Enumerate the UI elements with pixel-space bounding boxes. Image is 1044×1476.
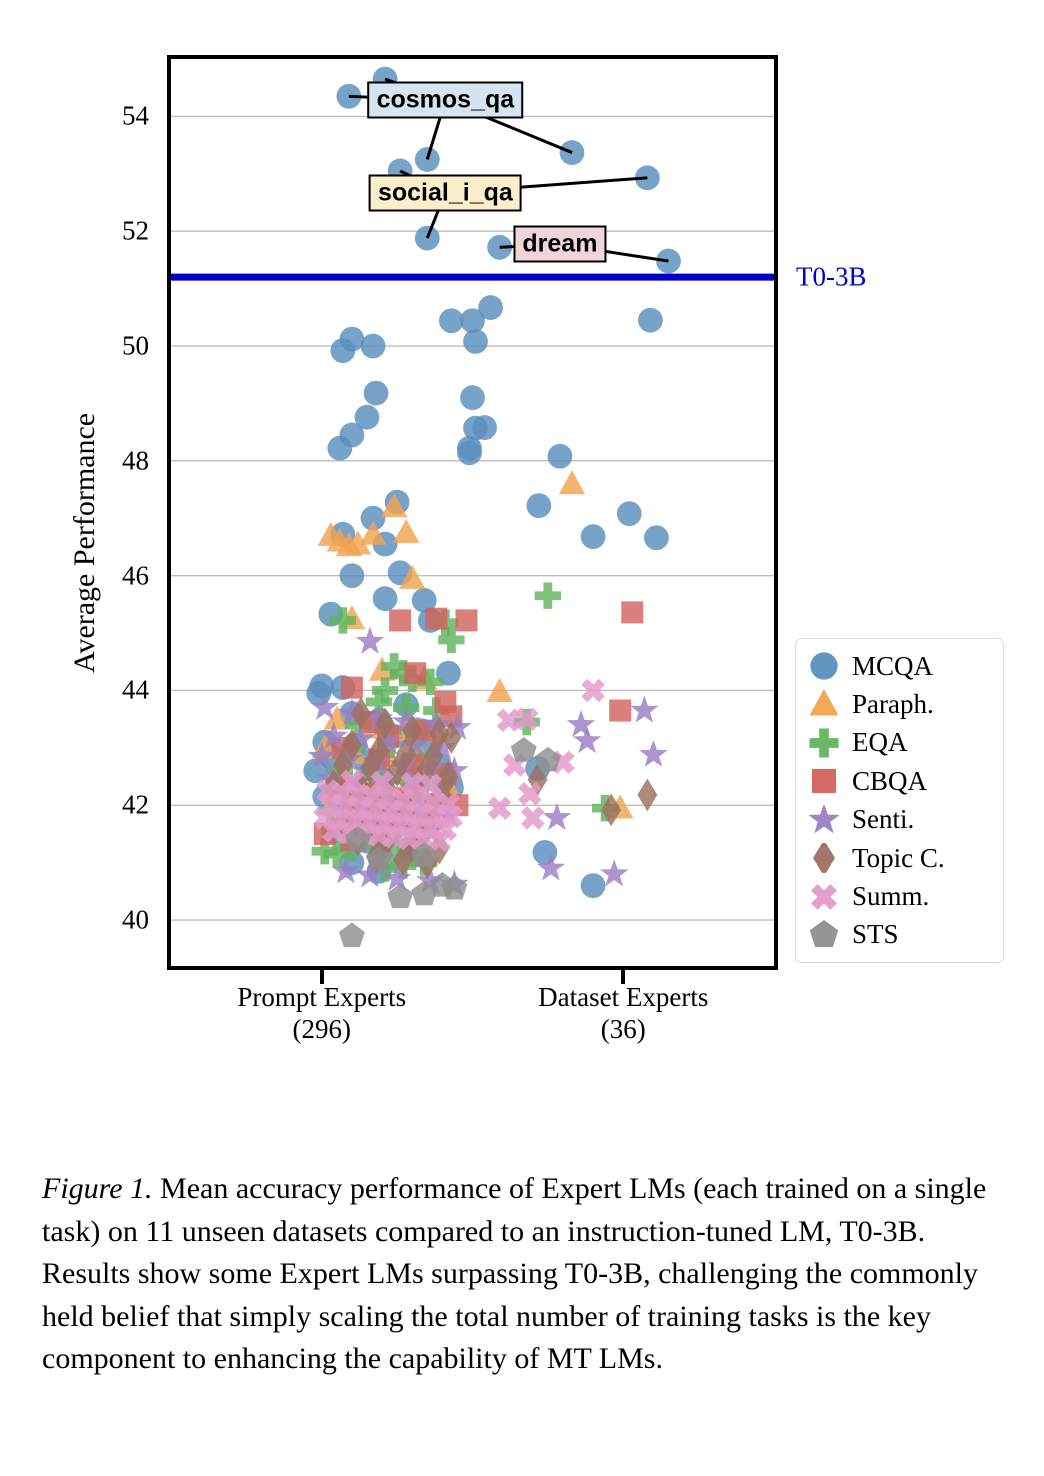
legend-label: STS (852, 919, 899, 950)
figure-container: Average Performance 40 42 44 46 48 50 52 54 cos… (0, 0, 1044, 1476)
y-tick-label: 52 (122, 215, 149, 246)
data-point (487, 796, 512, 820)
data-point (510, 737, 537, 762)
data-point (463, 329, 488, 354)
data-point (637, 307, 663, 333)
pentagon-marker-icon (796, 919, 852, 950)
data-point (559, 140, 585, 165)
y-tick-label: 54 (122, 100, 149, 131)
legend-item-cbqa[interactable]: CBQA (796, 763, 1003, 799)
legend-label: EQA (852, 727, 908, 758)
data-point (457, 440, 482, 466)
data-point (460, 385, 485, 411)
data-point (616, 501, 642, 527)
data-point (372, 586, 398, 612)
data-point (521, 806, 545, 830)
legend-item-paraph[interactable]: Paraph. (796, 686, 1003, 722)
data-point (414, 147, 440, 172)
data-point (558, 470, 586, 495)
legend: MCQA Paraph. EQA CBQA Senti. Topic C. Summ. STS (795, 638, 1004, 963)
x-tick-group: Dataset Experts (36) (538, 982, 708, 1046)
data-point (609, 699, 632, 722)
annotation-box-cosmos-qa: cosmos_qa (367, 81, 524, 119)
data-point (355, 626, 385, 654)
legend-item-senti[interactable]: Senti. (796, 802, 1003, 838)
y-tick-label: 46 (122, 560, 149, 591)
data-point (414, 225, 440, 251)
triangle-marker-icon (796, 689, 852, 719)
x-tick-mark (621, 968, 626, 984)
data-point (566, 709, 596, 738)
data-point (330, 338, 356, 364)
data-point (478, 295, 503, 320)
data-point (363, 380, 389, 406)
data-point (327, 435, 353, 461)
data-point (547, 443, 573, 469)
data-point (580, 873, 606, 899)
plus-marker-icon (796, 728, 852, 758)
data-point (637, 778, 658, 812)
data-point (580, 524, 606, 550)
figure-number: Figure 1. (42, 1172, 153, 1205)
annotation-box-social-i-qa: social_i_qa (368, 174, 522, 212)
legend-label: Paraph. (852, 688, 934, 719)
y-tick-label: 50 (122, 330, 149, 361)
data-point (630, 695, 659, 723)
y-tick-label: 48 (122, 445, 149, 476)
data-point (392, 518, 420, 543)
data-point (425, 607, 448, 630)
data-point (534, 582, 562, 609)
data-point (336, 83, 362, 109)
x-tick-group: Prompt Experts (296) (237, 982, 406, 1046)
figure-caption: Figure 1. Mean accuracy performance of E… (42, 1168, 1007, 1381)
data-point (534, 746, 561, 772)
data-point (472, 415, 497, 440)
diamond-marker-icon (796, 843, 852, 874)
t0-3b-reference-label: T0-3B (796, 261, 867, 292)
x-tick-label: Prompt Experts (237, 982, 407, 1012)
legend-item-sts[interactable]: STS (796, 917, 1003, 953)
legend-item-mcqa[interactable]: MCQA (796, 648, 1003, 684)
data-point (621, 601, 644, 624)
legend-label: Senti. (852, 804, 915, 835)
data-point (532, 839, 558, 865)
legend-label: Summ. (852, 881, 930, 912)
data-point (487, 234, 513, 260)
data-point (339, 563, 365, 589)
data-point (338, 922, 365, 948)
cross-marker-icon (796, 882, 852, 912)
legend-label: CBQA (852, 765, 928, 796)
caption-text: Mean accuracy performance of Expert LMs … (42, 1172, 987, 1376)
star-marker-icon (796, 804, 852, 835)
annotation-box-dream: dream (513, 225, 607, 263)
y-tick-label: 44 (122, 674, 149, 705)
y-tick-label: 42 (122, 789, 149, 820)
y-tick-label: 40 (122, 904, 149, 935)
x-tick-count: (36) (600, 1013, 646, 1044)
x-tick-count: (296) (292, 1013, 351, 1044)
x-tick-label: Dataset Experts (538, 982, 709, 1012)
square-marker-icon (796, 766, 852, 796)
data-point (389, 609, 412, 632)
legend-label: Topic C. (852, 842, 945, 873)
data-point (639, 739, 668, 767)
data-point (438, 308, 464, 334)
legend-item-summ[interactable]: Summ. (796, 879, 1003, 915)
circle-marker-icon (796, 651, 852, 681)
data-point (634, 165, 660, 191)
data-point (360, 333, 386, 359)
data-point (455, 609, 478, 632)
data-point (542, 802, 572, 831)
data-point (404, 662, 427, 685)
data-point (526, 493, 552, 519)
legend-item-eqa[interactable]: EQA (796, 725, 1003, 761)
data-point (644, 525, 669, 551)
legend-label: MCQA (852, 650, 934, 681)
x-tick-mark (319, 968, 324, 984)
legend-item-topic-c[interactable]: Topic C. (796, 840, 1003, 876)
data-point (340, 676, 363, 699)
data-point (656, 248, 681, 274)
